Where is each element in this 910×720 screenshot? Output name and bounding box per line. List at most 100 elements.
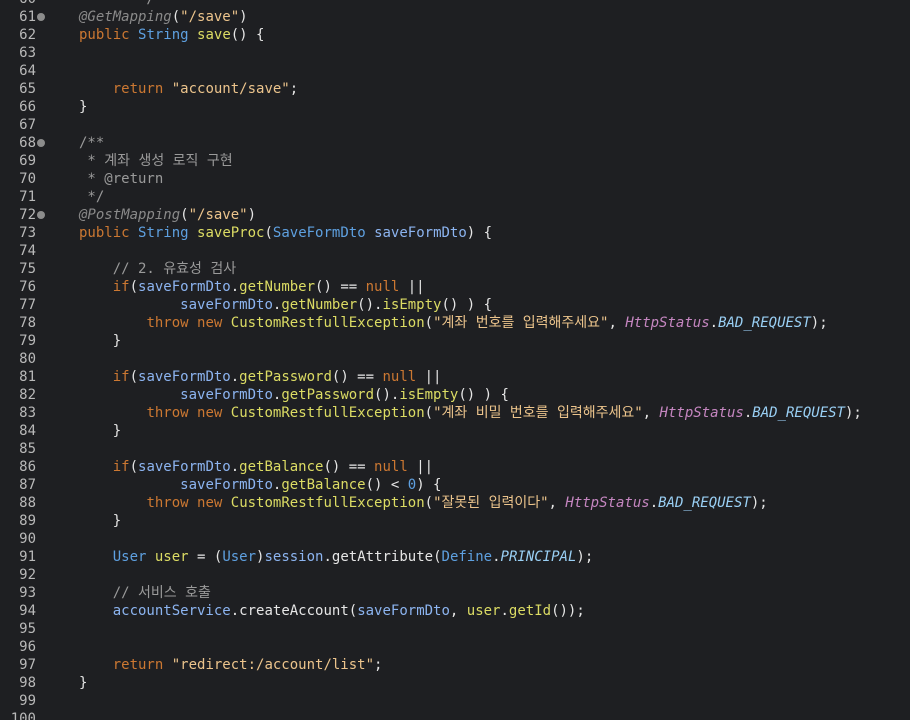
code-text: * @return <box>79 170 163 188</box>
code-token: saveProc <box>197 225 265 241</box>
code-token: ); <box>844 405 862 421</box>
code-token: . <box>743 405 753 421</box>
line-number: 77 <box>19 297 36 313</box>
code-line[interactable]: 84 } <box>0 422 910 440</box>
code-token: new <box>197 315 223 331</box>
code-line[interactable]: 63 <box>0 44 910 62</box>
code-line[interactable]: 70 * @return <box>0 170 910 188</box>
code-line[interactable]: 64 <box>0 62 910 80</box>
code-line[interactable]: 82 saveFormDto.getPassword().isEmpty() )… <box>0 386 910 404</box>
code-line[interactable]: 65 return "account/save"; <box>0 80 910 98</box>
code-token: BAD_REQUEST <box>658 495 751 511</box>
code-line[interactable]: 68 /** <box>0 134 910 152</box>
code-line[interactable]: 77 saveFormDto.getNumber().isEmpty() ) { <box>0 296 910 314</box>
code-token: getBalance <box>281 477 366 493</box>
code-line[interactable]: 95 <box>0 620 910 638</box>
code-token: return <box>112 81 164 97</box>
code-token: ; <box>289 81 299 97</box>
code-line[interactable]: 91 User user = (User)session.getAttribut… <box>0 548 910 566</box>
code-token: save <box>197 27 231 43</box>
code-line[interactable]: 86 if(saveFormDto.getBalance() == null |… <box>0 458 910 476</box>
code-line[interactable]: 73 public String saveProc(SaveFormDto sav… <box>0 224 910 242</box>
code-token: ()); <box>551 603 585 619</box>
line-number: 82 <box>19 387 36 403</box>
code-token: "잘못된 입력이다" <box>433 495 549 511</box>
code-line[interactable]: 93 // 서비스 호출 <box>0 584 910 602</box>
code-line[interactable]: 71 */ <box>0 188 910 206</box>
code-line[interactable]: 96 <box>0 638 910 656</box>
code-line[interactable]: 60 */ <box>0 0 910 8</box>
code-line[interactable]: 74 <box>0 242 910 260</box>
code-line[interactable]: 90 <box>0 530 910 548</box>
code-token: CustomRestfullException <box>230 315 425 331</box>
code-line[interactable]: 66} <box>0 98 910 116</box>
code-text: } <box>79 674 87 692</box>
line-number: 68 <box>19 135 36 151</box>
code-token: * 계좌 생성 로직 구현 <box>79 153 233 169</box>
line-number: 92 <box>19 567 36 583</box>
code-line[interactable]: 89 } <box>0 512 910 530</box>
code-token: /** <box>79 135 105 151</box>
code-token: "/save" <box>188 207 248 223</box>
code-line[interactable]: 83 throw new CustomRestfullException("계좌… <box>0 404 910 422</box>
code-text: return "account/save"; <box>79 80 298 98</box>
code-line[interactable]: 100 <box>0 710 910 720</box>
code-token: // 서비스 호출 <box>112 585 211 601</box>
code-token: (). <box>357 297 383 313</box>
code-line[interactable]: 76 if(saveFormDto.getNumber() == null || <box>0 278 910 296</box>
code-line[interactable]: 97 return "redirect:/account/list"; <box>0 656 910 674</box>
fold-toggle-icon[interactable] <box>37 13 45 21</box>
code-line[interactable]: 94 accountService.createAccount(saveForm… <box>0 602 910 620</box>
code-token: if <box>112 459 130 475</box>
code-token: Define <box>441 549 493 565</box>
code-line[interactable]: 75 // 2. 유효성 검사 <box>0 260 910 278</box>
code-text: throw new CustomRestfullException("계좌 번호… <box>79 314 827 332</box>
code-token: , <box>642 405 660 421</box>
code-token: . <box>230 603 240 619</box>
fold-toggle-icon[interactable] <box>37 211 45 219</box>
code-line[interactable]: 72 @PostMapping("/save") <box>0 206 910 224</box>
code-token: || <box>407 459 434 475</box>
line-number: 62 <box>19 27 36 43</box>
fold-toggle-icon[interactable] <box>37 139 45 147</box>
code-token: () ) { <box>441 297 493 313</box>
code-line[interactable]: 98} <box>0 674 910 692</box>
code-token: . <box>709 315 719 331</box>
line-number: 61 <box>19 9 36 25</box>
line-number: 98 <box>19 675 36 691</box>
code-line[interactable]: 69 * 계좌 생성 로직 구현 <box>0 152 910 170</box>
code-token: . <box>230 459 240 475</box>
code-editor[interactable]: 60 */61@GetMapping("/save")62public Stri… <box>0 0 910 720</box>
code-token: user <box>466 603 501 619</box>
code-token: "/save" <box>180 9 240 25</box>
code-line[interactable]: 80 <box>0 350 910 368</box>
code-line[interactable]: 92 <box>0 566 910 584</box>
code-line[interactable]: 88 throw new CustomRestfullException("잘못… <box>0 494 910 512</box>
code-token: null <box>374 459 408 475</box>
code-line[interactable]: 81 if(saveFormDto.getPassword() == null … <box>0 368 910 386</box>
code-text: */ <box>79 0 155 8</box>
code-line[interactable]: 67 <box>0 116 910 134</box>
code-line[interactable]: 78 throw new CustomRestfullException("계좌… <box>0 314 910 332</box>
code-line[interactable]: 87 saveFormDto.getBalance() < 0) { <box>0 476 910 494</box>
line-number: 88 <box>19 495 36 511</box>
code-line[interactable]: 79 } <box>0 332 910 350</box>
code-line[interactable]: 62 public String save() { <box>0 26 910 44</box>
code-token: . <box>492 549 501 565</box>
line-number: 74 <box>19 243 36 259</box>
code-line[interactable]: 99 <box>0 692 910 710</box>
code-line[interactable]: 61 @GetMapping("/save") <box>0 8 910 26</box>
code-line[interactable]: 85 <box>0 440 910 458</box>
code-text: } <box>79 332 121 350</box>
code-token: HttpStatus <box>659 405 744 421</box>
code-token: "account/save" <box>171 81 290 97</box>
